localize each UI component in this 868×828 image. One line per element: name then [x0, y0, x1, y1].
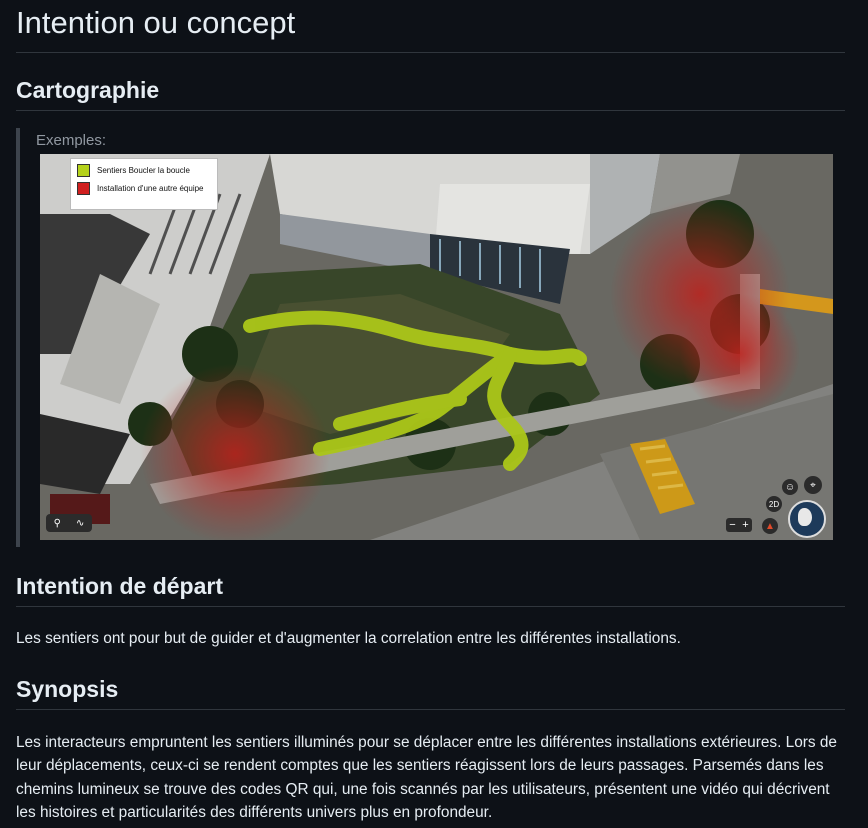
intention-paragraph: Les sentiers ont pour but de guider et d…: [16, 630, 681, 647]
legend-swatch-green: [77, 164, 90, 177]
blockquote: Exemples: Sentiers Boucler la boucle Ins…: [16, 128, 833, 547]
map-info-pill[interactable]: ⚲ ∿: [46, 514, 92, 532]
readme-content: Intention ou concept Cartographie Exempl…: [16, 0, 845, 821]
legend-swatch-red: [77, 182, 90, 195]
location-pin-icon: ⚲: [53, 517, 61, 529]
legend-item-sentiers: Sentiers Boucler la boucle: [71, 159, 217, 177]
zoom-out-button[interactable]: −: [729, 519, 735, 531]
examples-label: Exemples:: [36, 132, 107, 149]
legend-label-sentiers: Sentiers Boucler la boucle: [97, 166, 190, 175]
synopsis-paragraph: Les interacteurs empruntent les sentiers…: [16, 734, 837, 821]
location-icon[interactable]: ⌖: [804, 476, 822, 494]
path-icon: ∿: [76, 517, 85, 529]
page-title: Intention ou concept: [16, 0, 845, 53]
section-heading-cartographie: Cartographie: [16, 77, 845, 111]
legend-label-installation: Installation d'une autre équipe: [97, 184, 204, 193]
zoom-controls[interactable]: − +: [726, 518, 752, 532]
pegman-icon[interactable]: ☺: [782, 479, 798, 495]
mode-2d-button[interactable]: 2D: [766, 496, 782, 512]
map-image[interactable]: Sentiers Boucler la boucle Installation …: [40, 154, 833, 540]
section-heading-synopsis: Synopsis: [16, 676, 845, 710]
legend-item-installation: Installation d'une autre équipe: [71, 177, 217, 195]
map-legend: Sentiers Boucler la boucle Installation …: [70, 158, 218, 210]
globe-icon[interactable]: [788, 500, 826, 538]
section-heading-intention: Intention de départ: [16, 573, 845, 607]
aerial-photo: [40, 154, 833, 540]
zoom-in-button[interactable]: +: [742, 519, 748, 531]
compass-icon[interactable]: ▲: [762, 518, 778, 534]
